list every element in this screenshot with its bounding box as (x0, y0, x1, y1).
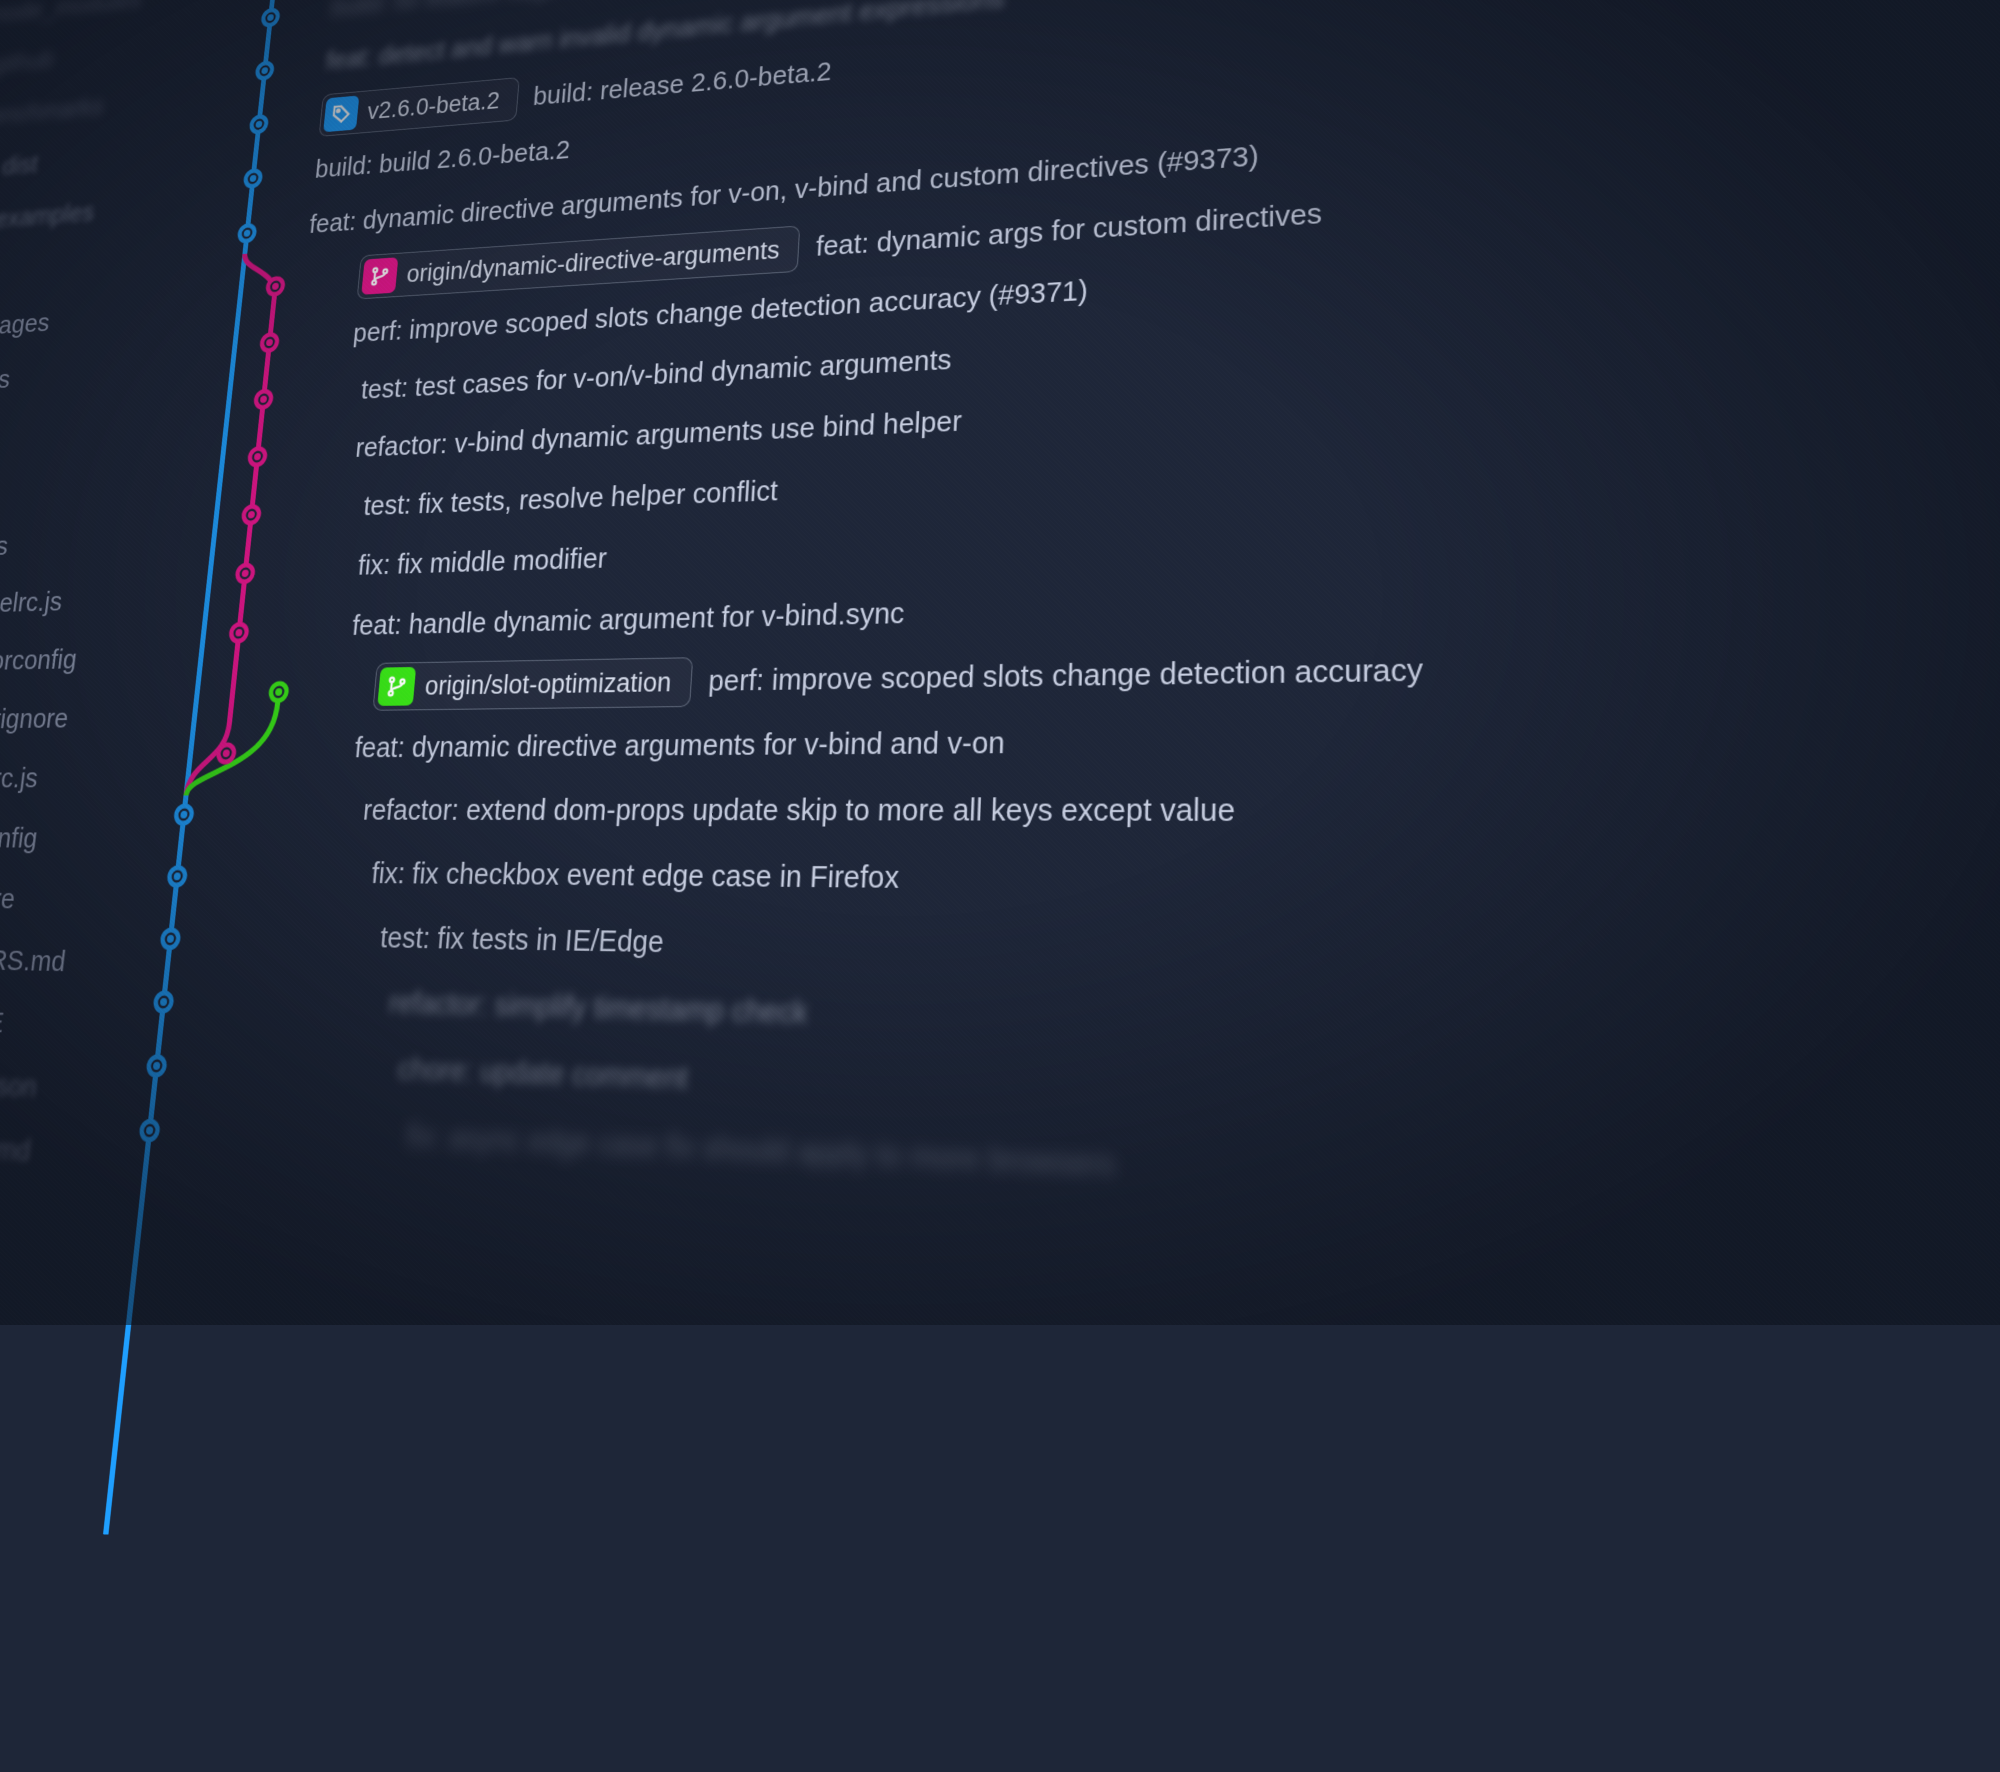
tree-folder-label: packages (0, 308, 51, 343)
tree-file[interactable]: BACKERS.md (0, 927, 125, 994)
tree-folder-label: benchmarks (0, 92, 105, 131)
tree-file-label: .babelrc.js (0, 586, 64, 619)
tree-file[interactable]: package.json (0, 1049, 111, 1122)
app-stage: node_modules .github benchmarks dist example… (0, 0, 2000, 1772)
commit-row[interactable]: refactor: extend dom-props update skip t… (246, 771, 2000, 851)
commit-message: fix: fix checkbox event edge case in Fir… (370, 857, 900, 895)
branch-icon (377, 666, 416, 705)
tree-folder-label: dist (1, 150, 40, 181)
commit-message: chore: update comment (396, 1052, 689, 1096)
commit-message: refactor: simplify timestamp check (388, 986, 809, 1031)
commit-message: fix: async edge case fix should apply to… (405, 1119, 1115, 1184)
tree-file-label: package.json (0, 1066, 39, 1105)
commit-message: test: fix tests in IE/Edge (379, 921, 665, 959)
tree-file-label: README.md (0, 1128, 32, 1168)
tree-file[interactable]: .editorconfig (0, 628, 159, 692)
tree-file-label: .editorconfig (0, 644, 78, 677)
tree-folder-label: examples (0, 198, 96, 234)
tree-file[interactable]: .eslintrc.js (0, 748, 146, 809)
ref-tag-label: origin/slot-optimization (424, 666, 673, 700)
tree-file[interactable]: .flowconfig (0, 808, 139, 869)
tree-folder[interactable]: types (0, 512, 172, 578)
tree-file-label: .gitignore (0, 882, 17, 915)
tree-file[interactable]: .babelrc.js (0, 570, 166, 635)
tree-file-label: .eslintrc.js (0, 762, 40, 794)
tree-folder-label: .github (0, 45, 56, 79)
ref-tag-label: origin/dynamic-directive-arguments (406, 235, 781, 287)
tree-folder-label: node_modules (0, 0, 143, 28)
tree-file-label: BACKERS.md (0, 943, 67, 979)
tree-file[interactable]: LICENSE (0, 988, 118, 1058)
tree-folder[interactable]: test (0, 454, 179, 522)
tree-file-label: .eslintignore (0, 703, 70, 736)
tree-folder-label: scripts (0, 365, 12, 398)
commit-message: feat: handle dynamic argument for v-bind… (351, 597, 905, 642)
commit-message: refactor: extend dom-props update skip t… (362, 793, 1236, 829)
tree-file[interactable]: README.md (0, 1110, 104, 1186)
tree-file[interactable]: .eslintignore (0, 688, 153, 750)
commit-message: fix: fix middle modifier (357, 543, 608, 582)
tree-file[interactable]: .gitignore (0, 867, 132, 931)
commit-message: test: fix tests, resolve helper conflict (362, 475, 778, 522)
tree-file-label: LICENSE (0, 1004, 6, 1040)
commit-message: perf: improve scoped slots change detect… (707, 653, 1423, 698)
tree-folder-label: types (0, 531, 10, 563)
ref-tag[interactable]: origin/slot-optimization (372, 657, 692, 711)
tree-file-label: .flowconfig (0, 822, 39, 854)
commit-message: feat: dynamic directive arguments for v-… (353, 726, 1005, 764)
git-log-panel: build: build 2.6.0-beta.3build: fix feat… (58, 0, 2000, 1772)
